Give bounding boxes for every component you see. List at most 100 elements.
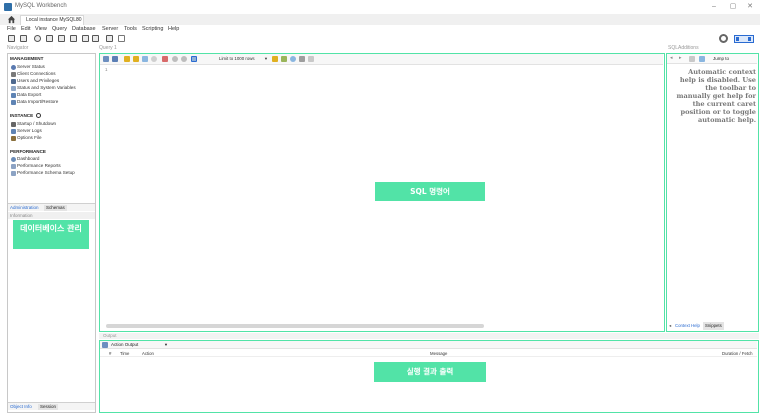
close-tab-icon[interactable]: × <box>77 16 80 25</box>
sql-additions-header: SQLAdditions <box>668 45 699 52</box>
open-file-icon[interactable] <box>103 56 109 62</box>
options-file-icon <box>11 136 16 141</box>
chevron-down-icon: ▼ <box>164 342 168 347</box>
manual-help-icon[interactable] <box>699 56 705 62</box>
word-wrap-icon[interactable] <box>308 56 314 62</box>
menu-scripting[interactable]: Scripting <box>142 25 163 33</box>
nav-client-connections[interactable]: Client Connections <box>17 71 56 77</box>
additions-tabs: ◂ Context Help Snippets <box>667 322 757 330</box>
information-header: Information <box>8 212 95 219</box>
menu-edit[interactable]: Edit <box>21 25 30 33</box>
home-icon[interactable] <box>7 15 16 24</box>
gear-icon[interactable] <box>719 34 728 43</box>
output-toolbar: Action Output ▼ <box>100 341 757 349</box>
create-schema-icon[interactable] <box>46 35 53 42</box>
mysql-workbench-window: MySQL Workbench – ▢ ✕ Local instance MyS… <box>0 0 760 417</box>
variables-icon <box>11 86 16 91</box>
inspector-icon[interactable] <box>34 35 41 42</box>
dashboard-icon <box>11 157 16 162</box>
search-icon[interactable] <box>290 56 296 62</box>
col-time: Time <box>120 351 130 356</box>
create-procedure-icon[interactable] <box>82 35 89 42</box>
open-sql-file-icon[interactable] <box>20 35 27 42</box>
navigator-header: Navigator <box>7 45 29 52</box>
explain-icon[interactable] <box>142 56 148 62</box>
new-sql-tab-icon[interactable] <box>8 35 15 42</box>
find-icon[interactable] <box>281 56 287 62</box>
limit-rows-label: Limit to 1000 rows <box>219 56 255 61</box>
rollback-icon[interactable] <box>181 56 187 62</box>
management-title: MANAGEMENT <box>10 56 44 61</box>
toggle-continue-icon[interactable] <box>162 56 168 62</box>
tab-schemas[interactable]: Schemas <box>44 205 67 211</box>
toggle-arrow-icon[interactable]: ◂ <box>669 322 671 330</box>
output-header: Output <box>99 333 759 339</box>
nav-status-variables[interactable]: Status and System Variables <box>17 85 76 91</box>
instance-refresh-icon[interactable] <box>36 113 42 119</box>
menu-server[interactable]: Server <box>102 25 118 33</box>
tab-session[interactable]: Session <box>38 404 59 410</box>
schema-setup-icon <box>11 171 16 176</box>
close-window-button[interactable]: ✕ <box>745 3 755 11</box>
nav-performance-reports[interactable]: Performance Reports <box>17 163 61 169</box>
nav-users-privileges[interactable]: Users and Privileges <box>17 78 59 84</box>
workbench-logo-icon <box>4 3 12 11</box>
reconnect-icon[interactable] <box>118 35 125 42</box>
execute-icon[interactable] <box>124 56 130 62</box>
autocommit-icon[interactable] <box>191 56 197 62</box>
stop-icon[interactable] <box>151 56 157 62</box>
toggle-help-icon[interactable] <box>689 56 695 62</box>
menu-database[interactable]: Database <box>72 25 96 33</box>
panel-layout-toggle[interactable] <box>734 35 754 43</box>
nav-data-export[interactable]: Data Export <box>17 92 41 98</box>
navigator-panel: MANAGEMENT Server Status Client Connecti… <box>7 53 96 413</box>
col-duration: Duration / Fetch <box>722 351 753 356</box>
beautify-icon[interactable] <box>272 56 278 62</box>
nav-dashboard[interactable]: Dashboard <box>17 156 39 162</box>
connection-tab-label: Local instance MySQL80 <box>26 17 82 23</box>
annotation-db-manage: 데이터베이스 관리 <box>13 220 89 249</box>
tab-administration[interactable]: Administration <box>10 205 39 211</box>
nav-server-logs[interactable]: Server Logs <box>17 128 42 134</box>
search-table-data-icon[interactable] <box>106 35 113 42</box>
tab-snippets[interactable]: Snippets <box>703 322 724 330</box>
tab-object-info[interactable]: Object Info <box>10 404 32 410</box>
menu-view[interactable]: View <box>35 25 47 33</box>
create-view-icon[interactable] <box>70 35 77 42</box>
commit-icon[interactable] <box>172 56 178 62</box>
server-logs-icon <box>11 129 16 134</box>
data-export-icon <box>11 93 16 98</box>
nav-performance-schema-setup[interactable]: Performance Schema Setup <box>17 170 75 176</box>
menu-query[interactable]: Query <box>52 25 67 33</box>
create-table-icon[interactable] <box>58 35 65 42</box>
maximize-button[interactable]: ▢ <box>728 3 738 11</box>
minimize-button[interactable]: – <box>709 3 719 11</box>
jump-to-select[interactable]: Jump to <box>713 55 729 63</box>
performance-title: PERFORMANCE <box>10 149 46 154</box>
nav-data-import[interactable]: Data Import/Restore <box>17 99 58 105</box>
back-icon[interactable]: ◂ <box>670 55 673 61</box>
menu-help[interactable]: Help <box>168 25 179 33</box>
client-connections-icon <box>11 72 16 77</box>
menu-file[interactable]: File <box>7 25 16 33</box>
context-help-text: Automatic context help is disabled. Use … <box>676 68 756 124</box>
query-tab-header[interactable]: Query 1 <box>99 45 117 52</box>
save-icon[interactable] <box>112 56 118 62</box>
create-function-icon[interactable] <box>92 35 99 42</box>
menu-tools[interactable]: Tools <box>124 25 137 33</box>
invisible-chars-icon[interactable] <box>299 56 305 62</box>
users-icon <box>11 79 16 84</box>
editor-toolbar: Limit to 1000 rows ▼ <box>100 54 663 65</box>
nav-options-file[interactable]: Options File <box>17 135 42 141</box>
forward-icon[interactable]: ▸ <box>679 55 682 61</box>
nav-server-status[interactable]: Server Status <box>17 64 45 70</box>
output-type-select[interactable]: Action Output ▼ <box>109 342 169 348</box>
execute-current-icon[interactable] <box>133 56 139 62</box>
horizontal-scrollbar[interactable] <box>106 324 484 328</box>
tab-context-help[interactable]: Context Help <box>675 322 700 330</box>
connection-tab[interactable]: Local instance MySQL80 × <box>20 15 84 25</box>
additions-toolbar: ◂ ▸ Jump to <box>667 54 757 64</box>
nav-startup-shutdown[interactable]: Startup / Shutdown <box>17 121 56 127</box>
line-number: 1 <box>105 67 108 72</box>
limit-rows-select[interactable]: Limit to 1000 rows ▼ <box>217 55 269 63</box>
